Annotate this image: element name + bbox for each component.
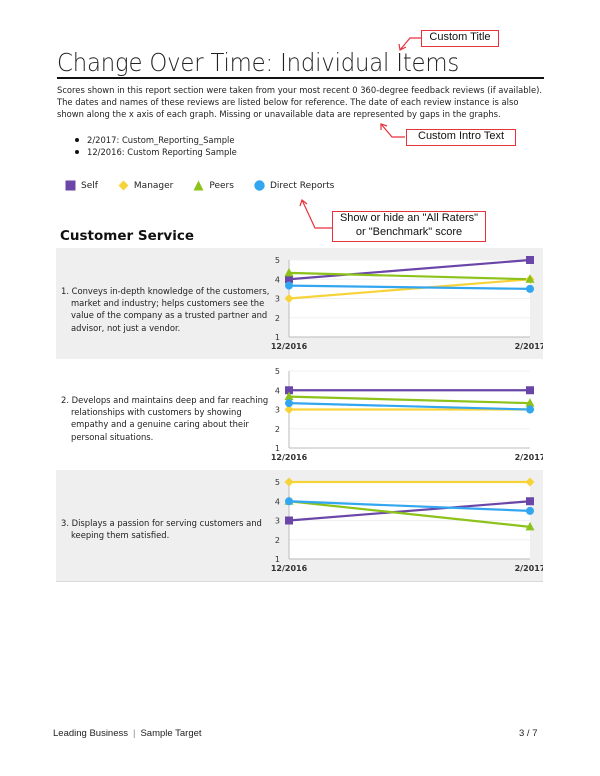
section-divider [56,581,543,582]
data-point-self [526,386,534,395]
page-number: 3 / 7 [519,728,538,739]
data-point-self [526,256,534,264]
callout-benchmark-line: or "Benchmark" score [355,225,463,238]
y-tick-label: 4 [275,497,280,506]
arrow-custom-intro [380,123,405,138]
data-point-direct-reports [526,506,534,515]
y-tick-label: 5 [275,256,280,265]
y-tick-label: 3 [275,517,280,526]
legend-item-manager: Manager [118,180,173,191]
legend-label: Direct Reports [269,180,335,191]
legend-item-peers: Peers [193,180,234,191]
item-text: 3. Displays a passion for serving custom… [61,518,262,541]
legend-label: Self [81,180,98,191]
review-list: 2/2017: Custom_Reporting_Sample 12/2016:… [75,134,237,158]
legend-label: Manager [133,180,174,191]
data-point-self [526,497,534,506]
legend-item-self: Self [65,180,98,191]
x-tick-label: 12/2016 [271,342,308,351]
data-point-direct-reports [285,281,293,290]
arrow-benchmark [301,199,332,229]
y-tick-label: 2 [275,314,280,323]
y-tick-label: 2 [275,425,280,434]
legend-label: Peers [209,180,234,191]
line-chart: 1 2 3 4 5 12/2016 2/2017 [271,367,546,462]
y-tick-label: 1 [275,555,280,564]
review-list-item: 2/2017: Custom_Reporting_Sample [75,134,237,146]
callout-benchmark-line: Show or hide an "All Raters" [339,212,479,224]
item-text: 2. Develops and maintains deep and far r… [61,395,269,442]
y-tick-label: 1 [275,444,280,453]
item-chart: 1 2 3 4 5 12/2016 2/2017 [266,248,545,359]
item-chart: 1 2 3 4 5 12/2016 2/2017 [266,359,546,470]
callout-benchmark: Show or hide an "All Raters" or "Benchma… [332,211,486,242]
x-tick-label: 12/2016 [271,564,308,573]
item-text: 1. Conveys in-depth knowledge of the cus… [61,286,270,333]
data-point-direct-reports [285,497,293,506]
x-tick-label: 12/2016 [271,453,308,462]
footer-company: Leading Business [53,728,128,739]
data-point-direct-reports [526,284,534,293]
item-row: 2. Develops and maintains deep and far r… [56,359,546,470]
y-tick-label: 5 [275,367,280,376]
square-marker-icon [65,180,76,191]
data-point-direct-reports [285,399,293,408]
y-tick-label: 1 [275,333,280,342]
y-tick-label: 4 [275,386,280,395]
x-tick-label: 2/2017 [515,564,543,573]
review-list-item: 12/2016: Custom Reporting Sample [75,146,237,158]
title-divider [57,77,544,79]
chart-legend: Self Manager Peers Direct Reports [65,180,354,191]
section-title: Customer Service [60,228,194,244]
footer-separator: | [133,728,136,739]
diamond-marker-icon [118,180,129,191]
x-tick-label: 2/2017 [515,342,543,351]
y-tick-label: 4 [275,275,280,284]
line-chart: 1 2 3 4 5 12/2016 2/2017 [271,256,545,351]
line-chart: 1 2 3 4 5 12/2016 2/2017 [271,477,545,573]
y-tick-label: 5 [275,478,280,487]
y-tick-label: 3 [275,406,280,415]
callout-custom-title: Custom Title [421,30,499,47]
item-chart: 1 2 3 4 5 12/2016 2/2017 [266,470,545,581]
item-row: 3. Displays a passion for serving custom… [56,470,545,581]
y-tick-label: 3 [275,295,280,304]
footer-left: Leading Business | Sample Target [53,728,202,739]
data-point-self [285,516,293,525]
item-row: 1. Conveys in-depth knowledge of the cus… [56,248,545,359]
intro-text: Scores shown in this report section were… [57,85,543,120]
x-tick-label: 2/2017 [515,453,543,462]
data-point-direct-reports [526,405,534,414]
arrow-head-benchmark [299,198,308,207]
y-tick-label: 2 [275,536,280,545]
page-title: Change Over Time: Individual Items [57,48,460,77]
triangle-marker-icon [193,180,204,191]
footer-target: Sample Target [140,728,202,739]
callout-custom-intro: Custom Intro Text [406,129,516,146]
arrow-head-custom-intro [380,123,388,130]
legend-item-direct-reports: Direct Reports [254,180,334,191]
circle-marker-icon [254,180,265,191]
